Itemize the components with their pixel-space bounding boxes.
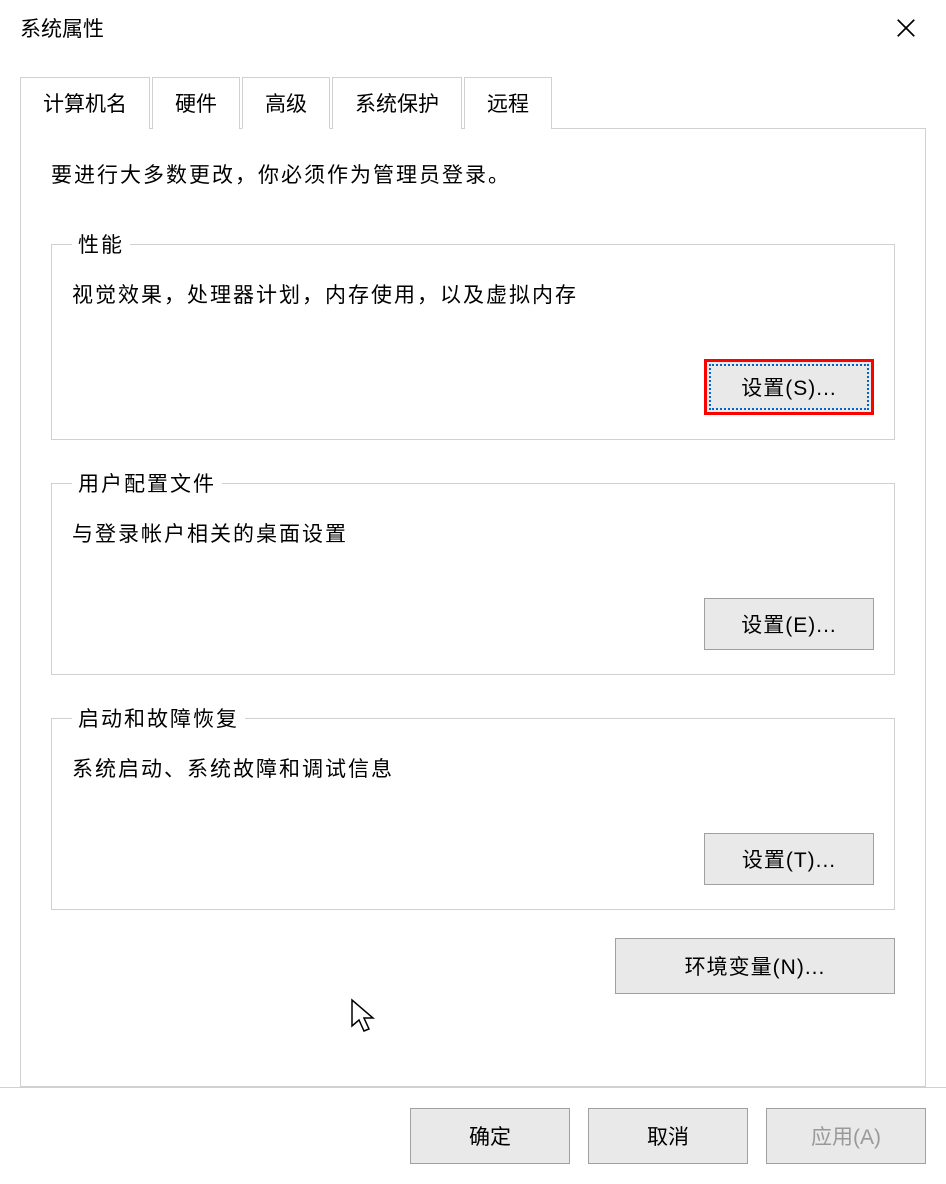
cancel-button[interactable]: 取消: [588, 1108, 748, 1164]
group-user-profiles-legend: 用户配置文件: [72, 468, 222, 498]
apply-button[interactable]: 应用(A): [766, 1108, 926, 1164]
tab-content-advanced: 要进行大多数更改，你必须作为管理员登录。 性能 视觉效果，处理器计划，内存使用，…: [20, 129, 926, 1087]
tab-computer-name[interactable]: 计算机名: [20, 77, 150, 129]
system-properties-dialog: 系统属性 计算机名 硬件 高级 系统保护 远程 要进行大多数更改，你必须作为管理…: [0, 0, 946, 1184]
group-performance-desc: 视觉效果，处理器计划，内存使用，以及虚拟内存: [72, 279, 874, 309]
group-performance: 性能 视觉效果，处理器计划，内存使用，以及虚拟内存 设置(S)...: [51, 229, 895, 440]
titlebar: 系统属性: [0, 0, 946, 56]
group-user-profiles-desc: 与登录帐户相关的桌面设置: [72, 518, 874, 548]
group-performance-legend: 性能: [72, 229, 130, 259]
dialog-title: 系统属性: [20, 13, 104, 43]
tab-hardware[interactable]: 硬件: [152, 77, 240, 129]
tab-advanced[interactable]: 高级: [242, 77, 330, 129]
group-startup-recovery: 启动和故障恢复 系统启动、系统故障和调试信息 设置(T)...: [51, 703, 895, 910]
environment-variables-button[interactable]: 环境变量(N)...: [615, 938, 895, 994]
tab-remote[interactable]: 远程: [464, 77, 552, 129]
admin-required-text: 要进行大多数更改，你必须作为管理员登录。: [51, 159, 895, 189]
tab-row: 计算机名 硬件 高级 系统保护 远程: [20, 76, 926, 129]
group-user-profiles: 用户配置文件 与登录帐户相关的桌面设置 设置(E)...: [51, 468, 895, 675]
close-icon: [895, 17, 917, 39]
group-startup-recovery-legend: 启动和故障恢复: [72, 703, 245, 733]
group-startup-recovery-desc: 系统启动、系统故障和调试信息: [72, 753, 874, 783]
user-profiles-settings-button[interactable]: 设置(E)...: [704, 598, 874, 650]
close-button[interactable]: [882, 8, 930, 48]
dialog-footer: 确定 取消 应用(A): [0, 1087, 946, 1184]
ok-button[interactable]: 确定: [410, 1108, 570, 1164]
startup-recovery-settings-button[interactable]: 设置(T)...: [704, 833, 874, 885]
performance-settings-button[interactable]: 设置(S)...: [704, 359, 874, 415]
tab-system-protection[interactable]: 系统保护: [332, 77, 462, 129]
